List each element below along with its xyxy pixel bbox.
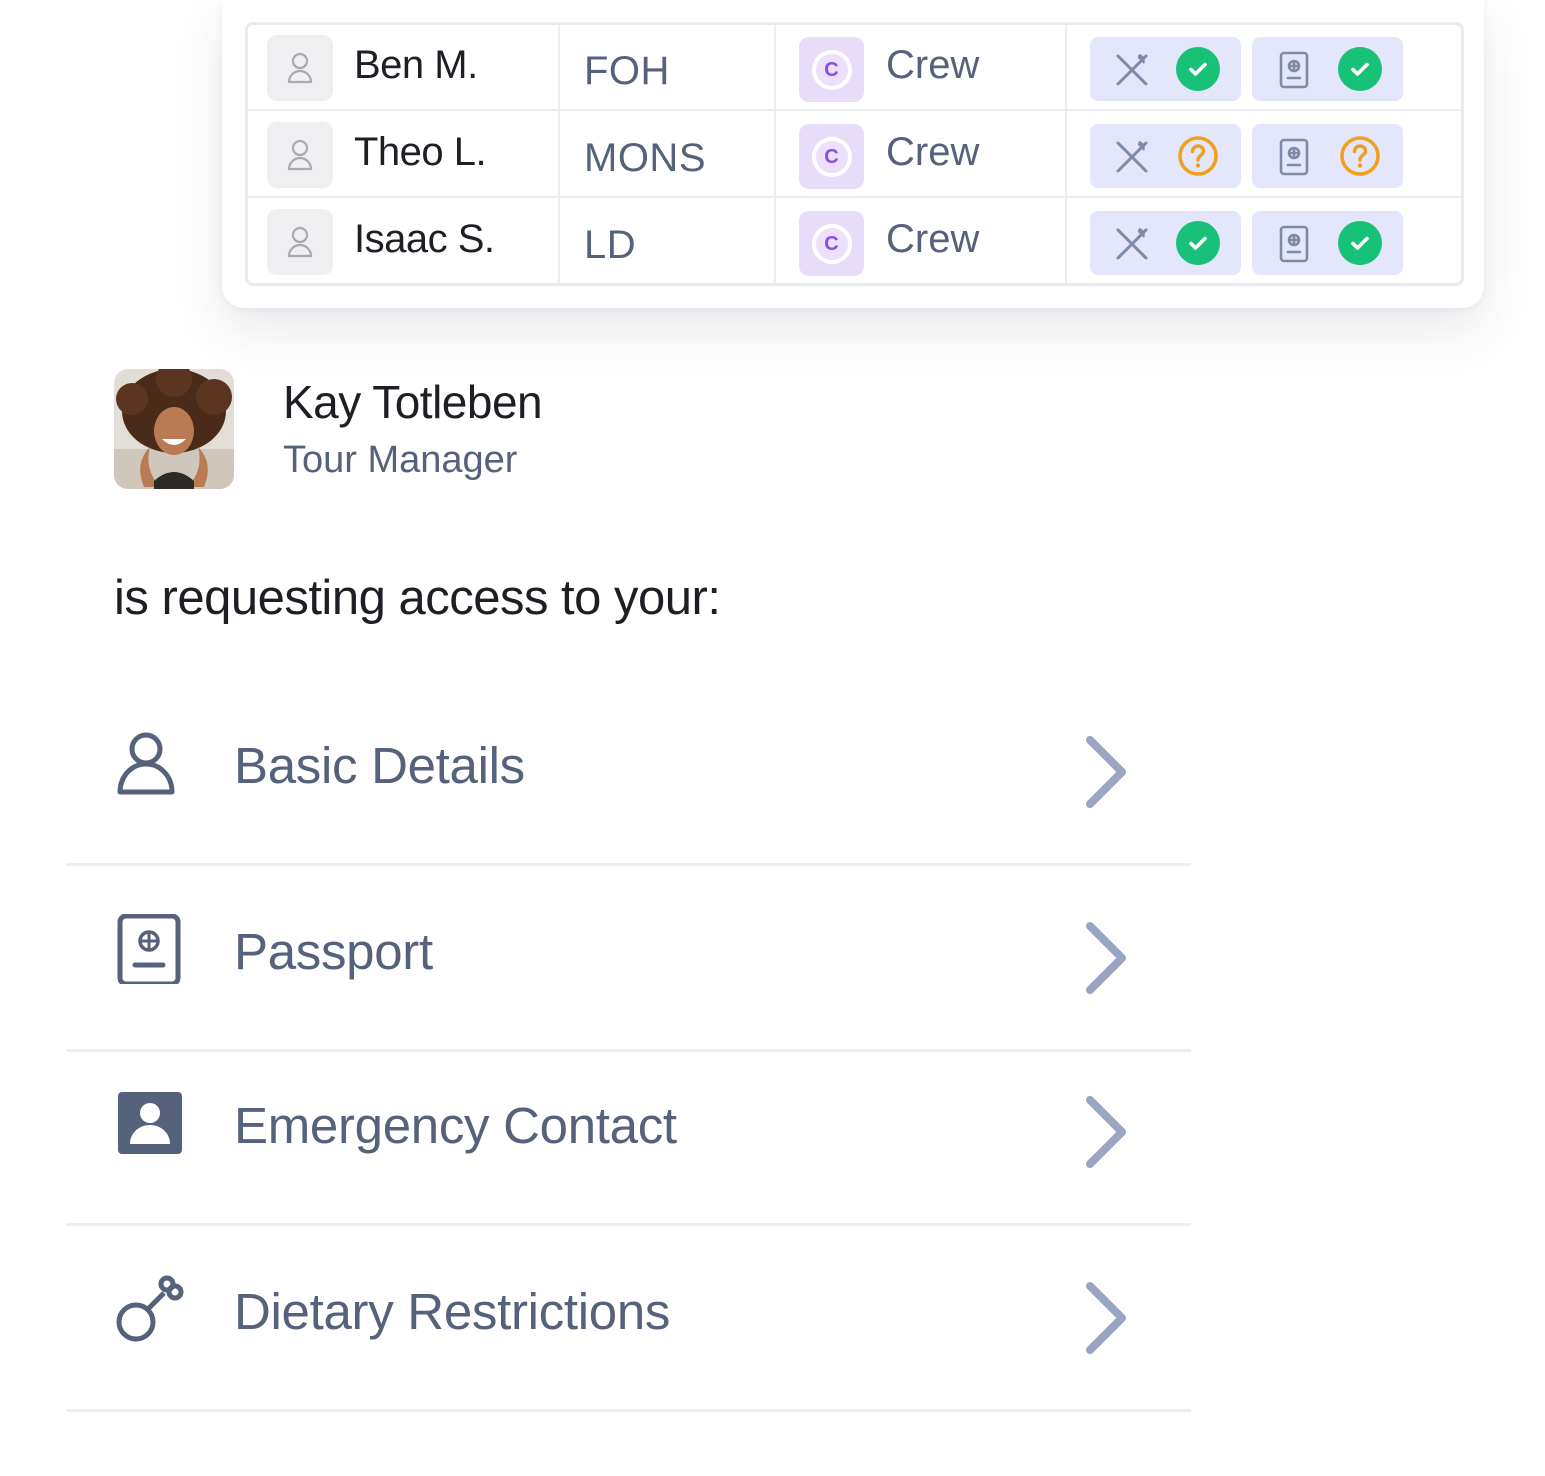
- crew-name: Ben M.: [354, 43, 478, 87]
- role-initial: C: [811, 136, 852, 177]
- passport-status-pill[interactable]: [1252, 124, 1403, 188]
- access-item-dietary-restrictions[interactable]: Dietary Restrictions: [66, 1226, 1191, 1412]
- crew-role: Crew: [886, 217, 980, 261]
- approved-check-icon: [1176, 221, 1220, 265]
- avatar-placeholder: [267, 35, 333, 101]
- crew-table: Ben M. FOH C Crew Theo L. MONS C Crew Is…: [245, 22, 1464, 286]
- crew-role: Crew: [886, 130, 980, 174]
- passport-status-pill[interactable]: [1252, 211, 1403, 275]
- access-item-passport[interactable]: Passport: [66, 866, 1191, 1052]
- contact-card-icon: [118, 1092, 182, 1154]
- crew-department: MONS: [584, 136, 706, 180]
- user-icon: [287, 139, 313, 171]
- pending-question-icon: [1176, 134, 1220, 178]
- chevron-right-icon: [1086, 1282, 1126, 1354]
- crew-department: LD: [584, 223, 637, 267]
- user-icon: [287, 226, 313, 258]
- approved-check-icon: [1176, 47, 1220, 91]
- divider: [66, 1409, 1191, 1412]
- access-item-label: Passport: [234, 923, 433, 980]
- table-row[interactable]: Theo L. MONS C Crew: [248, 112, 1461, 198]
- avatar-placeholder: [267, 122, 333, 188]
- access-item-emergency-contact[interactable]: Emergency Contact: [66, 1040, 1191, 1226]
- passport-status-pill[interactable]: [1252, 37, 1403, 101]
- user-outline-icon: [117, 732, 175, 795]
- passport-icon: [1279, 51, 1309, 89]
- passport-icon: [1279, 225, 1309, 263]
- requester-title: Tour Manager: [283, 439, 518, 481]
- utensils-icon: [1116, 141, 1148, 173]
- approved-check-icon: [1338, 47, 1382, 91]
- utensils-icon: [1116, 228, 1148, 260]
- access-item-label: Dietary Restrictions: [234, 1283, 671, 1340]
- role-initial: C: [811, 49, 852, 90]
- crew-department: FOH: [584, 49, 670, 93]
- drumstick-icon: [116, 1275, 184, 1342]
- crew-role: Crew: [886, 43, 980, 87]
- pending-question-icon: [1338, 134, 1382, 178]
- requester-name: Kay Totleben: [283, 376, 543, 428]
- role-badge: C: [799, 37, 864, 102]
- table-row[interactable]: Ben M. FOH C Crew: [248, 25, 1461, 111]
- role-initial: C: [811, 223, 852, 264]
- table-row[interactable]: Isaac S. LD C Crew: [248, 199, 1461, 283]
- access-item-basic-details[interactable]: Basic Details: [66, 680, 1191, 866]
- access-item-label: Emergency Contact: [234, 1097, 677, 1154]
- passport-icon: [1279, 138, 1309, 176]
- request-prompt: is requesting access to your:: [114, 571, 721, 625]
- role-badge: C: [799, 124, 864, 189]
- dietary-status-pill[interactable]: [1090, 211, 1241, 275]
- requester-avatar-photo: [114, 369, 234, 489]
- dietary-status-pill[interactable]: [1090, 37, 1241, 101]
- access-item-label: Basic Details: [234, 737, 525, 794]
- passport-icon: [117, 914, 181, 984]
- crew-name: Isaac S.: [354, 217, 495, 261]
- chevron-right-icon: [1086, 922, 1126, 994]
- crew-name: Theo L.: [354, 130, 487, 174]
- chevron-right-icon: [1086, 1096, 1126, 1168]
- role-badge: C: [799, 211, 864, 276]
- dietary-status-pill[interactable]: [1090, 124, 1241, 188]
- user-icon: [287, 52, 313, 84]
- avatar-placeholder: [267, 209, 333, 275]
- chevron-right-icon: [1086, 736, 1126, 808]
- utensils-icon: [1116, 54, 1148, 86]
- approved-check-icon: [1338, 221, 1382, 265]
